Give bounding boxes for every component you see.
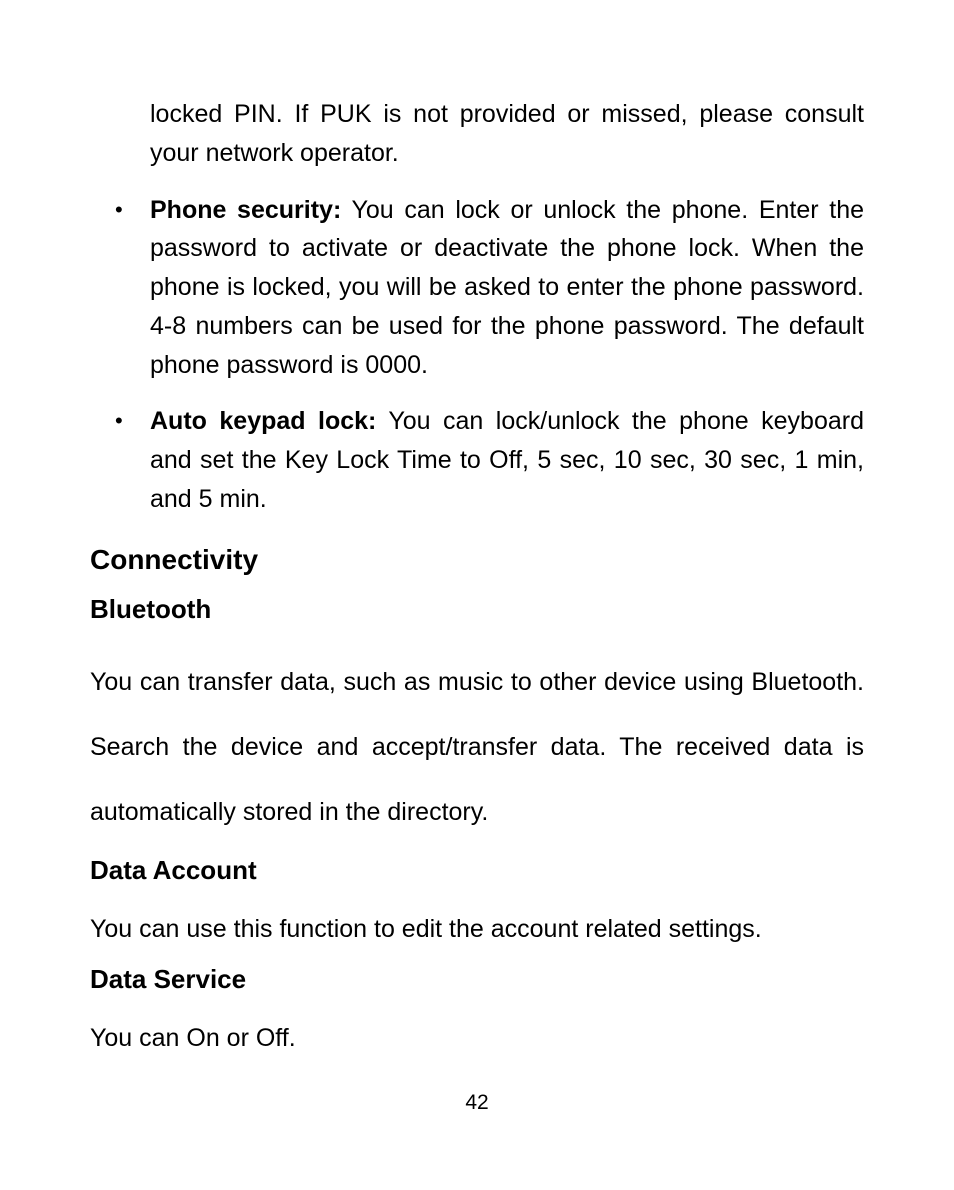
bullet-phone-security: • Phone security: You can lock or unlock…: [90, 191, 864, 385]
heading-connectivity: Connectivity: [90, 544, 864, 576]
continuation-paragraph: locked PIN. If PUK is not provided or mi…: [150, 95, 864, 173]
bullet-content: Phone security: You can lock or unlock t…: [150, 191, 864, 385]
heading-bluetooth: Bluetooth: [90, 594, 864, 625]
page-number: 42: [0, 1091, 954, 1115]
paragraph-bluetooth: You can transfer data, such as music to …: [90, 650, 864, 845]
paragraph-data-service: You can On or Off.: [90, 1020, 864, 1058]
bullet-auto-keypad-lock: • Auto keypad lock: You can lock/unlock …: [90, 402, 864, 518]
heading-data-account: Data Account: [90, 855, 864, 886]
bullet-dot-icon: •: [90, 402, 150, 518]
bullet-title: Auto keypad lock:: [150, 407, 376, 435]
bullet-title: Phone security:: [150, 196, 341, 224]
paragraph-data-account: You can use this function to edit the ac…: [90, 911, 864, 949]
bullet-content: Auto keypad lock: You can lock/unlock th…: [150, 402, 864, 518]
heading-data-service: Data Service: [90, 964, 864, 995]
bullet-dot-icon: •: [90, 191, 150, 385]
